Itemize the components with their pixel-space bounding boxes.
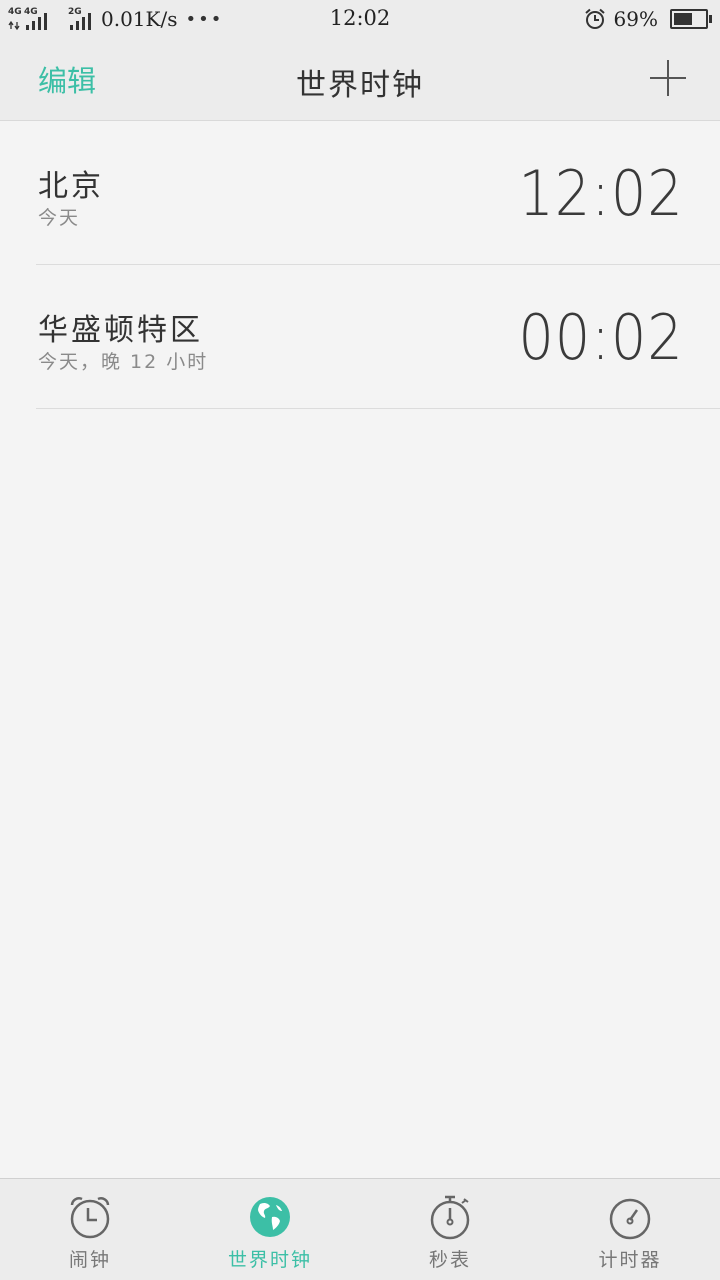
battery-fill: [674, 13, 692, 25]
alarm-clock-icon: [70, 1197, 110, 1239]
city-day-offset: 今天: [38, 207, 81, 229]
status-bar: 4G 4G 2G 0.01K/s ••• 12:02 69%: [0, 0, 720, 38]
globe-icon: [250, 1197, 290, 1237]
city-name: 北京: [38, 169, 104, 204]
status-right: 69%: [584, 6, 712, 32]
world-clock-screen: 4G 4G 2G 0.01K/s ••• 12:02 69% 编辑 世界时钟 北…: [0, 0, 720, 1280]
city-time: 12:02: [518, 157, 684, 230]
add-city-button[interactable]: [650, 60, 686, 96]
header-bar: 编辑 世界时钟: [0, 38, 720, 121]
city-name: 华盛顿特区: [38, 313, 203, 348]
clock-list: 北京 今天 12:02 华盛顿特区 今天，晚 12 小时 00:02: [0, 121, 720, 409]
plus-icon: [650, 60, 686, 96]
bottom-nav: 闹钟 世界时钟 秒表 计时器: [0, 1178, 720, 1280]
nav-item-alarm[interactable]: 闹钟: [0, 1179, 180, 1280]
nav-label: 闹钟: [68, 1249, 111, 1271]
battery-icon: [670, 9, 712, 29]
stopwatch-icon: [430, 1195, 470, 1240]
nav-item-timer[interactable]: 计时器: [540, 1179, 720, 1280]
clock-row[interactable]: 北京 今天 12:02: [36, 121, 720, 265]
page-title: 世界时钟: [296, 68, 424, 103]
nav-label: 世界时钟: [227, 1249, 312, 1271]
city-time: 00:02: [518, 301, 684, 374]
battery-tip: [709, 15, 712, 23]
clock-row[interactable]: 华盛顿特区 今天，晚 12 小时 00:02: [36, 265, 720, 409]
battery-percent: 69%: [613, 7, 658, 31]
city-day-offset: 今天，晚 12 小时: [38, 351, 209, 373]
nav-label: 计时器: [598, 1249, 662, 1271]
timer-icon: [609, 1198, 651, 1240]
nav-item-world-clock[interactable]: 世界时钟: [180, 1179, 360, 1280]
nav-label: 秒表: [428, 1249, 471, 1271]
alarm-icon: [584, 8, 605, 29]
nav-item-stopwatch[interactable]: 秒表: [360, 1179, 540, 1280]
